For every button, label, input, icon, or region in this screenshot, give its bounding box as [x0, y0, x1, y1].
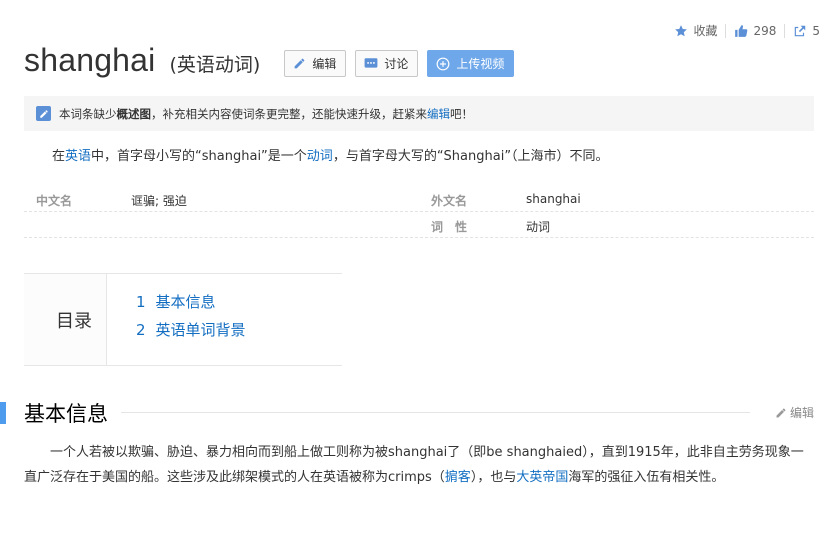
paragraph-text: ），也与 [470, 470, 517, 485]
plus-circle-icon [436, 57, 450, 70]
page-subtitle: (英语动词) [169, 54, 261, 76]
pencil-icon [294, 58, 305, 69]
link-crimps[interactable]: 掮客 [445, 470, 471, 485]
toc-item-label: 英语单词背景 [155, 321, 246, 339]
top-actions: 收藏 298 5 [666, 22, 828, 39]
toc-item-number: 1 [136, 293, 146, 311]
info-key: 词 性 [431, 220, 468, 234]
section-header: 基本信息 编辑 [0, 398, 838, 428]
toc-title: 目录 [24, 274, 107, 365]
share-button[interactable]: 5 [785, 24, 828, 38]
comment-icon [364, 58, 378, 68]
toc-item[interactable]: 2 英语单词背景 [136, 319, 246, 347]
paragraph-text: 海军的强征入伍有相关性。 [568, 470, 725, 485]
share-icon [795, 25, 806, 36]
summary-text: ，与首字母大写的“Shanghai”（上海市）不同。 [332, 149, 609, 164]
upload-video-button[interactable]: 上传视频 [427, 50, 515, 77]
title-row: shanghai (英语动词) 编辑 讨论 上传视频 [24, 42, 515, 79]
section-accent-bar [0, 402, 6, 424]
summary: 在英语中，首字母小写的“shanghai”是一个动词，与首字母大写的“Shang… [52, 145, 609, 164]
info-value: shanghai [526, 192, 581, 206]
notice-bar: 本词条缺少 概述图 ，补充相关内容使词条更完整，还能快速升级，赶紧来 编辑 吧！ [24, 96, 814, 131]
basic-info-table: 中文名 诓骗; 强迫 外文名 shanghai 词 性 动词 [24, 186, 814, 238]
info-row: 词 性 动词 [24, 212, 814, 238]
section-edit-label: 编辑 [789, 406, 814, 420]
section-title: 基本信息 [24, 402, 108, 426]
discuss-label: 讨论 [384, 57, 409, 71]
notice-edit-link[interactable]: 编辑 [427, 106, 450, 122]
edit-button[interactable]: 编辑 [284, 50, 347, 77]
toc-item-number: 2 [136, 321, 146, 339]
like-count: 298 [753, 23, 777, 38]
info-key: 外文名 [431, 194, 468, 208]
toc-item-label: 基本信息 [155, 293, 216, 311]
section-divider [121, 412, 750, 413]
info-value: 动词 [526, 220, 551, 234]
discuss-button[interactable]: 讨论 [355, 50, 419, 77]
like-button[interactable]: 298 [726, 24, 784, 38]
info-row: 中文名 诓骗; 强迫 外文名 shanghai [24, 186, 814, 212]
toc-item[interactable]: 1 基本信息 [136, 291, 246, 319]
page-title: shanghai [24, 42, 156, 78]
edit-label: 编辑 [312, 57, 337, 71]
link-verb[interactable]: 动词 [307, 149, 333, 164]
link-british-empire[interactable]: 大英帝国 [516, 470, 568, 485]
info-value: 诓骗; 强迫 [131, 194, 187, 208]
notice-text-after: 吧！ [450, 106, 473, 121]
summary-text: 中，首字母小写的“shanghai”是一个 [91, 149, 307, 164]
upload-video-label: 上传视频 [456, 57, 505, 71]
pencil-icon [776, 408, 786, 417]
pencil-icon [36, 106, 51, 121]
notice-text-before: 本词条缺少 [59, 106, 117, 121]
table-of-contents: 目录 1 基本信息 2 英语单词背景 [24, 273, 342, 366]
share-count: 5 [812, 23, 820, 38]
section-edit-button[interactable]: 编辑 [775, 404, 814, 421]
notice-text-middle: ，补充相关内容使词条更完整，还能快速升级，赶紧来 [151, 106, 427, 121]
notice-bold: 概述图 [116, 106, 152, 121]
summary-text: 在 [52, 149, 66, 164]
section-paragraph: 一个人若被以欺骗、胁迫、暴力相向而到船上做工则称为被shanghai了（即be … [24, 440, 814, 490]
title-buttons: 编辑 讨论 上传视频 [284, 50, 515, 77]
toc-list: 1 基本信息 2 英语单词背景 [107, 274, 246, 365]
thumbs-up-icon [735, 24, 748, 37]
star-icon [675, 24, 688, 36]
favorite-button[interactable]: 收藏 [666, 22, 725, 39]
link-english[interactable]: 英语 [65, 149, 91, 164]
favorite-label: 收藏 [693, 24, 718, 38]
info-key: 中文名 [36, 194, 73, 208]
